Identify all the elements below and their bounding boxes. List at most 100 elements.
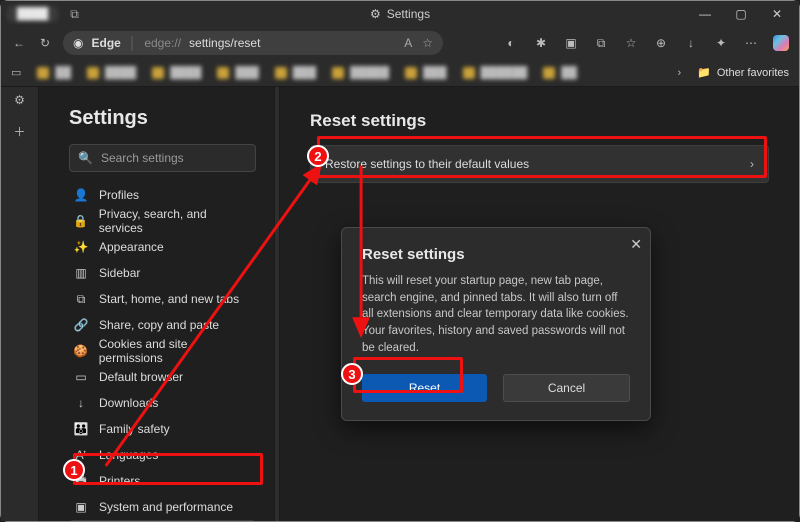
sidebar-item-languages[interactable]: Aᵗ Languages bbox=[69, 442, 256, 468]
sidebar-item-default-browser[interactable]: ▭ Default browser bbox=[69, 364, 256, 390]
collections-icon[interactable]: ⊕ bbox=[653, 36, 669, 50]
download-icon: ↓ bbox=[73, 396, 89, 410]
sidebar-item-family-safety[interactable]: 👪 Family safety bbox=[69, 416, 256, 442]
bookmark-item[interactable]: ████ bbox=[87, 67, 136, 79]
sidebar-item-cookies-and-site-permissions[interactable]: 🍪 Cookies and site permissions bbox=[69, 338, 256, 364]
sidebar-item-label: Privacy, search, and services bbox=[99, 207, 252, 235]
system-icon: ▣ bbox=[73, 500, 89, 514]
new-tab-button[interactable]: ＋ bbox=[13, 123, 25, 140]
bookmark-item[interactable]: ██ bbox=[543, 67, 577, 79]
dialog-close-button[interactable]: ✕ bbox=[630, 236, 642, 253]
vertical-tab-rail: ⚙ ＋ bbox=[1, 87, 39, 521]
ext-icon-4[interactable]: ⧉ bbox=[593, 36, 609, 51]
workspace-icon[interactable]: ⧉ bbox=[70, 7, 79, 22]
sidebar-item-downloads[interactable]: ↓ Downloads bbox=[69, 390, 256, 416]
sidebar-item-system-and-performance[interactable]: ▣ System and performance bbox=[69, 494, 256, 520]
settings-sidebar: Settings 🔍 Search settings 👤 Profiles 🔒 Pri… bbox=[39, 87, 274, 521]
bookmark-item[interactable]: ██████ bbox=[463, 67, 528, 79]
restore-defaults-label: Restore settings to their default values bbox=[325, 157, 529, 171]
printer-icon: 🖶 bbox=[73, 471, 89, 492]
dialog-body: This will reset your startup page, new t… bbox=[362, 273, 630, 356]
sidebar-item-label: Share, copy and paste bbox=[99, 318, 219, 332]
dialog-title: Reset settings bbox=[362, 246, 630, 263]
sidebar-item-reset-settings[interactable]: ↻Reset settings bbox=[69, 520, 256, 521]
ext-icon-3[interactable]: ▣ bbox=[563, 36, 579, 50]
sidebar-icon: ▥ bbox=[73, 266, 89, 280]
browser-icon: ▭ bbox=[73, 370, 89, 384]
sidebar-item-label: Downloads bbox=[99, 396, 158, 410]
gear-icon: ⚙ bbox=[370, 7, 381, 21]
reading-list-icon[interactable]: ▭ bbox=[11, 66, 21, 79]
favorite-icon[interactable]: ☆ bbox=[422, 36, 433, 50]
cookies-icon: 🍪 bbox=[73, 344, 89, 358]
sidebar-item-appearance[interactable]: ✨ Appearance bbox=[69, 234, 256, 260]
address-scheme: edge:// bbox=[144, 36, 181, 50]
sidebar-item-privacy-search-and-services[interactable]: 🔒 Privacy, search, and services bbox=[69, 208, 256, 234]
reset-button[interactable]: Reset bbox=[362, 374, 487, 402]
address-brand: Edge bbox=[91, 36, 120, 50]
search-icon: 🔍 bbox=[78, 151, 93, 165]
sidebar-item-printers[interactable]: 🖶 Printers bbox=[69, 468, 256, 494]
reset-button-label: Reset bbox=[409, 381, 440, 395]
edge-logo-icon: ◉ bbox=[73, 36, 83, 50]
settings-search-input[interactable]: 🔍 Search settings bbox=[69, 144, 256, 172]
window-titlebar: ████ ⧉ ⚙ Settings ― ▢ ✕ bbox=[1, 1, 799, 27]
cancel-button-label: Cancel bbox=[548, 381, 585, 395]
sidebar-item-label: Start, home, and new tabs bbox=[99, 292, 239, 306]
more-icon[interactable]: ⋯ bbox=[743, 36, 759, 50]
sidebar-item-profiles[interactable]: 👤 Profiles bbox=[69, 182, 256, 208]
sidebar-item-label: Profiles bbox=[99, 188, 139, 202]
sidebar-item-label: Cookies and site permissions bbox=[99, 337, 252, 365]
bookmark-item[interactable]: ███ bbox=[217, 67, 258, 79]
family-icon: 👪 bbox=[73, 422, 89, 436]
ext-icon-2[interactable]: ✱ bbox=[533, 36, 549, 50]
address-bar[interactable]: ◉ Edge │ edge://settings/reset A ☆ bbox=[63, 31, 443, 55]
other-favorites-label: Other favorites bbox=[717, 67, 789, 79]
chevron-right-icon: › bbox=[750, 157, 754, 171]
sidebar-item-share-copy-and-paste[interactable]: 🔗 Share, copy and paste bbox=[69, 312, 256, 338]
tab-current[interactable]: ████ bbox=[7, 6, 58, 22]
settings-tab-icon[interactable]: ⚙ bbox=[14, 93, 25, 107]
other-favorites[interactable]: 📁Other favorites bbox=[697, 66, 789, 79]
start-icon: ⧉ bbox=[73, 292, 89, 307]
sidebar-item-label: Appearance bbox=[99, 240, 164, 254]
favorites-icon[interactable]: ☆ bbox=[623, 36, 639, 50]
downloads-icon[interactable]: ↓ bbox=[683, 36, 699, 50]
extensions-icon[interactable]: ✦ bbox=[713, 36, 729, 50]
bookmark-item[interactable]: ██ bbox=[37, 67, 71, 79]
sidebar-item-start-home-and-new-tabs[interactable]: ⧉ Start, home, and new tabs bbox=[69, 286, 256, 312]
bookmark-item[interactable]: ███ bbox=[405, 67, 446, 79]
minimize-button[interactable]: ― bbox=[687, 1, 723, 27]
maximize-button[interactable]: ▢ bbox=[723, 1, 759, 27]
sidebar-item-label: Printers bbox=[99, 474, 140, 488]
sidebar-item-label: Default browser bbox=[99, 370, 183, 384]
profile-icon: 👤 bbox=[73, 188, 89, 202]
reset-settings-dialog: ✕ Reset settings This will reset your st… bbox=[341, 227, 651, 421]
sidebar-item-label: Family safety bbox=[99, 422, 170, 436]
ext-icon-1[interactable]: ◐ bbox=[503, 36, 519, 50]
restore-defaults-row[interactable]: Restore settings to their default values… bbox=[310, 145, 769, 183]
sidebar-heading: Settings bbox=[69, 107, 256, 130]
sidebar-item-label: System and performance bbox=[99, 500, 233, 514]
bookmark-item[interactable]: ████ bbox=[152, 67, 201, 79]
bookmark-item[interactable]: █████ bbox=[332, 67, 389, 79]
share-icon: 🔗 bbox=[73, 318, 89, 332]
search-placeholder: Search settings bbox=[101, 151, 184, 165]
sidebar-item-label: Sidebar bbox=[99, 266, 140, 280]
refresh-button[interactable]: ↻ bbox=[37, 36, 53, 50]
appearance-icon: ✨ bbox=[73, 240, 89, 254]
lang-icon: Aᵗ bbox=[73, 448, 89, 462]
address-path: settings/reset bbox=[189, 36, 260, 50]
cancel-button[interactable]: Cancel bbox=[503, 374, 630, 402]
bookmarks-bar: ▭ ██ ████ ████ ███ ███ █████ ███ ██████ … bbox=[1, 59, 799, 87]
close-button[interactable]: ✕ bbox=[759, 1, 795, 27]
translate-icon[interactable]: A bbox=[404, 36, 412, 50]
sidebar-item-label: Languages bbox=[99, 448, 158, 462]
lock-icon: 🔒 bbox=[73, 214, 89, 228]
sidebar-item-sidebar[interactable]: ▥ Sidebar bbox=[69, 260, 256, 286]
copilot-icon[interactable] bbox=[773, 35, 789, 51]
back-button[interactable]: ← bbox=[11, 36, 27, 50]
toolbar: ← ↻ ◉ Edge │ edge://settings/reset A ☆ ◐… bbox=[1, 27, 799, 59]
bookmark-item[interactable]: ███ bbox=[275, 67, 316, 79]
bookmarks-overflow[interactable]: › bbox=[677, 67, 681, 79]
